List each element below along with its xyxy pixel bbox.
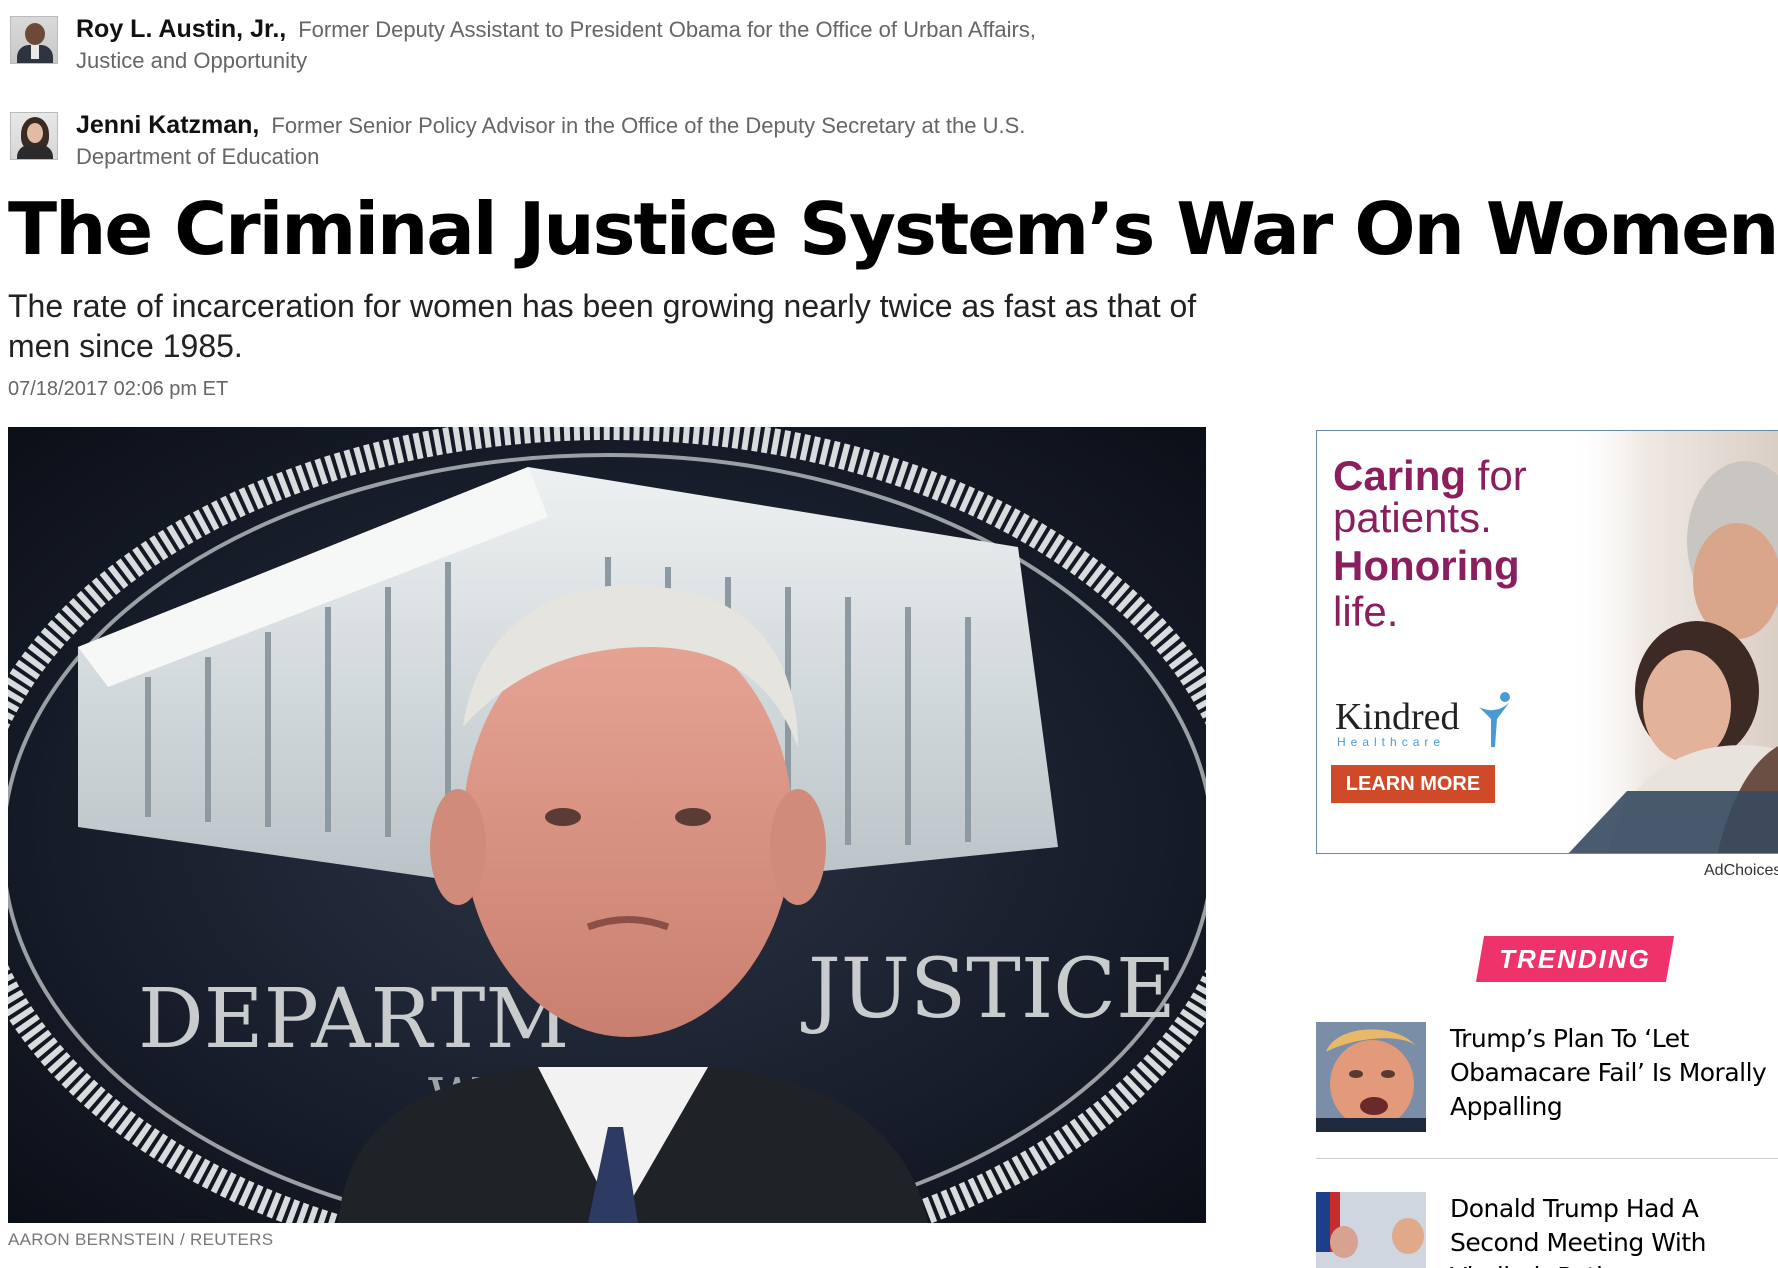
story-thumbnail-image xyxy=(1316,1022,1426,1132)
seal-text-left: DEPARTM xyxy=(138,972,569,1067)
image-caption: AARON BERNSTEIN / REUTERS xyxy=(8,1230,274,1249)
story-divider xyxy=(1316,1158,1778,1159)
ad-line-1-rest: for xyxy=(1466,452,1527,499)
author-byline-roy-austin: Roy L. Austin, Jr., Former Deputy Assista… xyxy=(10,14,1036,73)
kindred-figure-icon xyxy=(1479,692,1510,747)
ad-line-1: Caring for xyxy=(1333,453,1527,499)
ad-line-2: patients. xyxy=(1333,494,1492,541)
ad-brand-logo: Kindred xyxy=(1335,696,1460,738)
story-title[interactable]: Donald Trump Had A Second Meeting With V… xyxy=(1450,1192,1778,1268)
advertisement[interactable]: Caring for patients. Honoring life. Kind… xyxy=(1316,430,1778,854)
author-info: Jenni Katzman, Former Senior Policy Advis… xyxy=(76,110,1076,172)
article-dek: The rate of incarceration for women has … xyxy=(8,288,1197,364)
ad-line-3: Honoring xyxy=(1333,542,1520,589)
story-thumbnail[interactable] xyxy=(1316,1022,1426,1132)
author-byline-jenni-katzman: Jenni Katzman, Former Senior Policy Advis… xyxy=(10,110,1025,169)
author-avatar[interactable] xyxy=(10,16,58,64)
article-headline: The Criminal Justice System’s War On Wom… xyxy=(8,187,1778,271)
lead-image-graphic: DEPARTM JUSTICE WAS xyxy=(8,427,1206,1223)
author-name[interactable]: Jenni Katzman, xyxy=(76,111,259,139)
ad-photo xyxy=(1567,431,1778,853)
story-title[interactable]: Trump’s Plan To ‘Let Obamacare Fail’ Is … xyxy=(1450,1022,1778,1124)
author-info: Roy L. Austin, Jr., Former Deputy Assista… xyxy=(76,14,1076,76)
author-avatar[interactable] xyxy=(10,112,58,160)
ad-line-1-bold: Caring xyxy=(1333,452,1467,499)
story-thumbnail-image xyxy=(1316,1192,1426,1268)
article-timestamp: 07/18/2017 02:06 pm ET xyxy=(8,378,229,400)
seal-text-right: JUSTICE xyxy=(801,942,1176,1037)
ad-brand-sub: Healthcare xyxy=(1337,735,1446,749)
adchoices-link[interactable]: AdChoices xyxy=(1704,862,1778,880)
lead-image[interactable]: DEPARTM JUSTICE WAS xyxy=(8,427,1206,1223)
story-thumbnail[interactable] xyxy=(1316,1192,1426,1268)
ad-learn-more-button[interactable]: LEARN MORE xyxy=(1331,765,1495,803)
page: Roy L. Austin, Jr., Former Deputy Assista… xyxy=(0,0,1778,1268)
author-name[interactable]: Roy L. Austin, Jr., xyxy=(76,15,286,43)
ad-line-4: life. xyxy=(1333,588,1399,635)
trending-label: TRENDING xyxy=(1499,944,1651,974)
